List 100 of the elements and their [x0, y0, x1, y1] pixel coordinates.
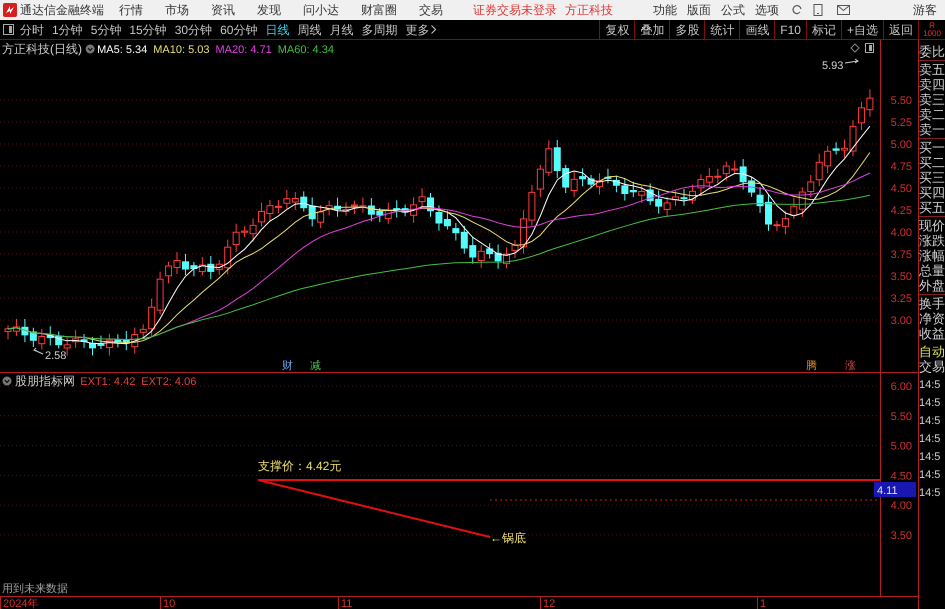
refresh-icon[interactable] [791, 4, 803, 16]
toolbar-button[interactable]: 叠加 [634, 20, 670, 39]
quote-label: 卖一 [919, 122, 945, 139]
panel-toggle-icon[interactable] [3, 24, 14, 35]
app-title: 通达信金融终端 [20, 2, 105, 19]
toolbar-button[interactable]: 标记 [806, 20, 841, 39]
login-notice: 证券交易未登录 [473, 2, 557, 19]
menu-item[interactable]: 市场 [165, 1, 189, 19]
phone-icon[interactable] [813, 4, 823, 16]
indicator-axis-label: 5.00 [890, 440, 912, 453]
indicator-title: 股朋指标网 [15, 374, 75, 388]
toolbar-button[interactable]: +自选 [840, 20, 883, 39]
menu-item[interactable]: 功能 [653, 1, 677, 19]
period-tab[interactable]: 60分钟 [220, 20, 258, 38]
indicator-axis-label: 3.50 [890, 530, 912, 542]
menu-item[interactable]: 选项 [755, 1, 779, 19]
indicator-axis-label: 4.00 [890, 500, 912, 512]
menu-item[interactable]: 交易 [419, 1, 443, 19]
current-price-label: 4.11 [877, 485, 898, 497]
moving-average-value: MA20: 4.71 [215, 44, 272, 56]
quote-label: 现价 [919, 218, 945, 233]
period-tab[interactable]: 15分钟 [129, 20, 167, 38]
arrow-icon [844, 58, 859, 64]
price-axis-label: 4.75 [890, 161, 912, 173]
signal-marker: 减 [310, 360, 321, 372]
toolbar-button[interactable]: 多股 [669, 20, 704, 39]
toolbar-button[interactable]: 返回 [883, 20, 918, 39]
low-price-label: 2.58 [45, 350, 66, 362]
date-axis-label: 12 [543, 598, 556, 609]
moving-average-value: MA10: 5.03 [153, 44, 210, 56]
more-link[interactable]: 更多 [405, 20, 436, 38]
menu-item[interactable]: 资讯 [211, 1, 235, 19]
user-label[interactable]: 游客 [913, 1, 937, 19]
quote-label: 涨跌 [919, 233, 945, 248]
bottom-label: ←锅底 [490, 531, 526, 545]
period-tab[interactable]: 1分钟 [52, 20, 83, 38]
toolbar-button[interactable]: 统计 [704, 20, 740, 39]
menu-item[interactable]: 问小达 [303, 1, 339, 19]
indicator-axis-label: 5.50 [890, 410, 912, 423]
menu-item[interactable]: 公式 [721, 1, 745, 19]
menu-item[interactable]: 行情 [119, 1, 143, 19]
indicator-axis-label: 6.00 [890, 381, 912, 393]
date-axis-label: 11 [341, 598, 352, 609]
menu-item[interactable]: 版面 [687, 1, 711, 19]
quote-label: 总量 [919, 263, 945, 278]
quote-label: 收益 [919, 326, 945, 341]
trade-time: 14:5 [919, 414, 942, 429]
moving-average-value: MA5: 5.34 [97, 44, 148, 56]
corner-value: 1000 [923, 30, 941, 38]
toolbar-button[interactable]: F10 [774, 20, 806, 39]
signal-marker: 财 [282, 360, 293, 372]
toolbar-button[interactable]: 画线 [739, 20, 774, 39]
trade-time: 14:5 [919, 432, 942, 447]
price-axis-label: 3.00 [890, 315, 912, 327]
price-axis-label: 4.50 [890, 183, 912, 195]
quote-label: 买二 [919, 155, 945, 170]
trade-time: 14:5 [919, 378, 942, 393]
panel-toggle-icon[interactable] [865, 43, 874, 53]
menu-item[interactable]: 发现 [257, 1, 281, 19]
high-price-label: 5.93 [822, 60, 844, 72]
price-axis-label: 3.50 [890, 271, 912, 283]
stock-link[interactable]: 方正科技 [565, 1, 613, 19]
date-axis-label: 10 [163, 598, 176, 609]
quote-label: 净资 [919, 311, 945, 326]
date-axis-label: 2024年 [3, 598, 38, 609]
period-tab[interactable]: 多周期 [361, 20, 398, 38]
trade-time: 14:5 [919, 396, 942, 411]
moving-average-value: MA60: 4.34 [278, 44, 334, 56]
price-axis-label: 3.75 [890, 249, 912, 261]
period-tab[interactable]: 周线 [297, 20, 322, 38]
trade-time: 14:5 [919, 468, 942, 483]
diamond-icon [850, 43, 860, 53]
price-axis-label: 5.50 [890, 95, 912, 107]
current-price-marker [874, 482, 916, 497]
signal-marker: 腾 [806, 360, 817, 372]
quote-label: 买一 [919, 140, 945, 155]
quote-label: 卖四 [919, 77, 945, 92]
period-tab[interactable]: 分时 [20, 20, 44, 38]
period-tab[interactable]: 日线 [265, 20, 290, 38]
date-axis-label: 1 [760, 598, 766, 609]
mail-icon[interactable] [837, 5, 850, 15]
quote-label: 卖三 [919, 92, 945, 107]
trade-label: 交易 [919, 359, 945, 374]
price-axis-label: 4.25 [890, 205, 912, 217]
trade-time: 14:5 [919, 486, 942, 501]
period-tab[interactable]: 30分钟 [174, 20, 212, 38]
period-tab[interactable]: 5分钟 [90, 20, 122, 38]
collapse-icon[interactable] [2, 376, 12, 386]
quote-label: 买五 [919, 200, 945, 217]
price-axis-label: 5.25 [890, 117, 912, 129]
toolbar-button[interactable]: 复权 [599, 20, 634, 39]
chevron-right-icon [431, 25, 436, 34]
quote-label: 委比 [919, 44, 945, 61]
price-axis-label: 5.00 [890, 139, 912, 151]
app-logo-icon [3, 3, 17, 17]
period-tab[interactable]: 月线 [329, 20, 354, 38]
trade-mode-label: 自动 [919, 344, 945, 359]
menu-item[interactable]: 财富圈 [361, 1, 397, 19]
collapse-icon[interactable] [86, 44, 95, 54]
future-data-note: 用到未来数据 [2, 583, 68, 595]
